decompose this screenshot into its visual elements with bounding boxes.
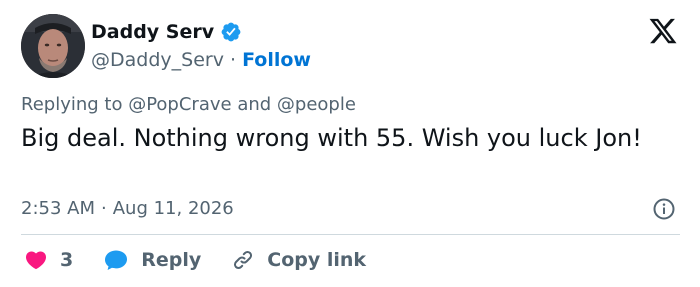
- tweet-date: Aug 11, 2026: [112, 198, 234, 219]
- author-name-row: Daddy Serv: [91, 20, 242, 44]
- replying-prefix: Replying to: [21, 94, 129, 115]
- mention-people[interactable]: @people: [277, 94, 356, 115]
- timestamp-separator: ·: [101, 198, 107, 219]
- like-button[interactable]: 3: [24, 248, 73, 272]
- tweet-timestamp[interactable]: 2:53 AM · Aug 11, 2026: [21, 197, 234, 221]
- like-count: 3: [60, 249, 74, 271]
- speech-bubble-icon: [105, 250, 128, 270]
- handle-separator: ·: [223, 49, 243, 71]
- info-icon[interactable]: [652, 197, 676, 221]
- link-icon: [234, 250, 253, 270]
- verified-badge-icon: [221, 22, 241, 42]
- avatar[interactable]: [21, 14, 85, 78]
- follow-button[interactable]: Follow: [242, 48, 311, 72]
- divider: [21, 234, 680, 235]
- author-display-name[interactable]: Daddy Serv: [91, 20, 214, 44]
- replying-to-line: Replying to @PopCrave and @people: [21, 93, 356, 117]
- tweet-text: Big deal. Nothing wrong with 55. Wish yo…: [21, 124, 642, 152]
- embedded-tweet-card: Daddy Serv @Daddy_Serv · Follow Replying…: [0, 0, 700, 287]
- avatar-image: [21, 14, 85, 78]
- copy-link-button[interactable]: Copy link: [231, 248, 366, 272]
- reply-button[interactable]: Reply: [103, 248, 201, 272]
- replying-conjunction: and: [231, 94, 277, 115]
- mention-popcrave[interactable]: @PopCrave: [128, 94, 231, 115]
- author-handle[interactable]: @Daddy_Serv: [91, 48, 224, 72]
- heart-icon: [25, 251, 47, 270]
- tweet-time: 2:53 AM: [21, 198, 95, 219]
- action-bar: 3 Reply Copy link: [24, 245, 366, 275]
- x-logo-icon[interactable]: [648, 16, 678, 46]
- author-handle-row: @Daddy_Serv · Follow: [91, 48, 311, 72]
- copy-link-label: Copy link: [267, 249, 367, 271]
- reply-label: Reply: [141, 249, 202, 271]
